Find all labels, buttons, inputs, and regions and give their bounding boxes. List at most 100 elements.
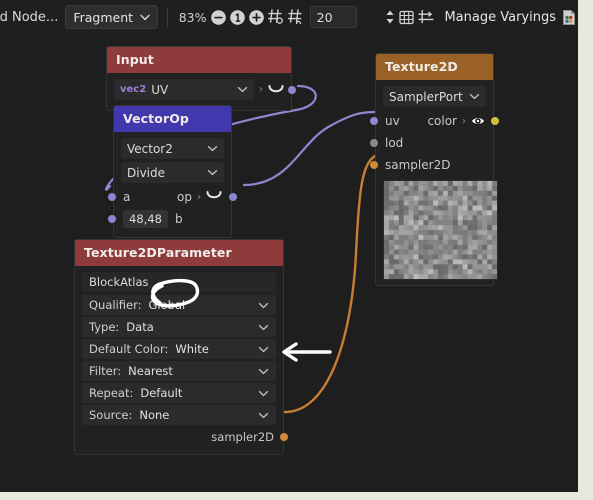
texture2d-sampler2d-input-port[interactable] [370,161,378,169]
vectorop-b-label: b [174,212,183,226]
type-label: Type: [89,320,120,334]
texture-preview [383,180,498,280]
chevron-down-icon [140,14,150,20]
filter-label: Filter: [89,364,122,378]
vectorop-type-select[interactable]: Vector2 [121,138,224,159]
vectorop-type-value: Vector2 [127,141,173,156]
node-texture2dparameter[interactable]: Texture2DParameter BlockAtlas Qualifier:… [74,239,288,455]
grid-size-input[interactable]: 20 [309,6,357,28]
chevron-right-icon: › [259,84,263,95]
parameter-row-repeat[interactable]: Repeat: Default [82,383,276,403]
vectorop-a-input-port[interactable] [108,193,116,201]
chevron-down-icon [258,300,269,311]
grid-toggle-icon[interactable] [398,5,415,29]
grid-size-icon[interactable] [287,5,305,29]
chevron-right-icon: › [462,115,466,127]
type-value: Data [126,320,154,334]
node-input-title: Input [107,47,291,73]
input-attribute-value: UV [151,82,169,97]
shader-stage-value: Fragment [73,9,134,25]
parameter-row-source[interactable]: Source: None [82,405,276,425]
chevron-down-icon [207,167,218,178]
shader-node-editor: ld Node... Fragment 83% 20 Manage Varyin… [0,0,578,492]
node-texture2d-title: Texture2D [376,54,493,80]
texture2d-color-output-label: color [427,114,457,128]
texture2d-sampler-row: sampler2D [370,154,486,176]
toolbar-divider [167,7,168,27]
chevron-down-icon [258,410,269,421]
texture2d-uv-row: uv color › [370,110,499,132]
filter-value: Nearest [128,364,173,378]
zoom-reset-button[interactable] [229,5,246,29]
align-distribute-icon[interactable] [417,5,435,29]
vectorop-b-value-input[interactable]: 48,48 [123,210,168,228]
vectorop-operation-row: Divide [121,162,224,183]
qualifier-value: Global [148,298,186,312]
repeat-label: Repeat: [89,386,134,400]
source-label: Source: [89,408,133,422]
texture2d-lod-row: lod [370,132,486,154]
vec2-type-badge: vec2 [120,84,147,95]
chevron-right-icon: › [197,191,201,203]
vectorop-type-row: Vector2 [121,138,224,159]
parameter-row-qualifier[interactable]: Qualifier: Global [82,295,276,315]
chevron-down-icon [258,388,269,399]
chevron-down-icon [207,143,218,154]
input-attribute-row: vec2 UV › [114,79,296,100]
source-value: None [139,408,170,422]
eye-icon[interactable] [471,115,484,128]
parameter-sampler2d-label: sampler2D [211,430,274,444]
vectorop-op-output-port[interactable] [229,193,237,201]
export-document-icon[interactable] [561,5,577,29]
texture2d-port-select[interactable]: SamplerPort [383,86,486,107]
texture2d-color-output-port[interactable] [491,117,499,125]
input-attribute-select[interactable]: vec2 UV [114,79,254,100]
vectorop-operation-select[interactable]: Divide [121,162,224,183]
texture2d-uv-input-port[interactable] [370,117,378,125]
node-texture2dparameter-title: Texture2DParameter [75,240,283,266]
parameter-row-default-color[interactable]: Default Color: White [82,339,276,359]
repeat-value: Default [140,386,183,400]
manage-varyings-button[interactable]: Manage Varyings [444,10,556,25]
parameter-row-filter[interactable]: Filter: Nearest [82,361,276,381]
node-texture2d[interactable]: Texture2D SamplerPort uv color › lod sam… [370,53,499,286]
parameter-name-input[interactable]: BlockAtlas [82,272,276,292]
texture2d-port-value: SamplerPort [389,89,463,104]
default-color-value: White [175,342,209,356]
chevron-down-icon [258,366,269,377]
qualifier-label: Qualifier: [89,298,142,312]
curve-icon [206,190,222,204]
texture2d-uv-label: uv [385,114,400,128]
curve-icon [268,80,284,99]
annotation-arrow-left [282,342,332,362]
texture2d-sampler2d-label: sampler2D [385,158,451,172]
node-input[interactable]: Input vec2 UV › [106,46,296,111]
node-vectorop[interactable]: VectorOp Vector2 Divide a op › 48,48 b [108,105,237,238]
vectorop-b-input-port[interactable] [108,215,116,223]
zoom-in-button[interactable] [248,5,265,29]
zoom-level-label: 83% [178,9,207,25]
chevron-down-icon [258,344,269,355]
texture2d-lod-input-port[interactable] [370,139,378,147]
parameter-sampler2d-output-port[interactable] [280,433,288,441]
parameter-row-type[interactable]: Type: Data [82,317,276,337]
shader-stage-select[interactable]: Fragment [65,5,159,29]
chevron-down-icon [469,91,480,102]
vectorop-b-row: 48,48 b [108,208,224,230]
texture2d-port-row: SamplerPort [383,86,486,107]
vectorop-a-label: a [123,190,131,204]
node-canvas[interactable]: Input vec2 UV › VectorOp Vector2 Divide … [0,34,578,492]
stepper-updown-icon[interactable] [383,5,397,29]
vectorop-op-output-label: op [177,190,192,204]
texture2d-lod-label: lod [385,136,404,150]
zoom-out-button[interactable] [210,5,227,29]
chevron-down-icon [237,84,248,95]
vectorop-operation-value: Divide [127,165,166,180]
chevron-down-icon [258,322,269,333]
add-node-button[interactable]: ld Node... [0,10,58,25]
input-uv-output-port[interactable] [288,85,296,94]
default-color-label: Default Color: [89,342,169,356]
toolbar: ld Node... Fragment 83% 20 Manage Varyin… [0,0,578,35]
node-vectorop-title: VectorOp [114,106,231,132]
grid-snap-icon[interactable] [267,5,285,29]
